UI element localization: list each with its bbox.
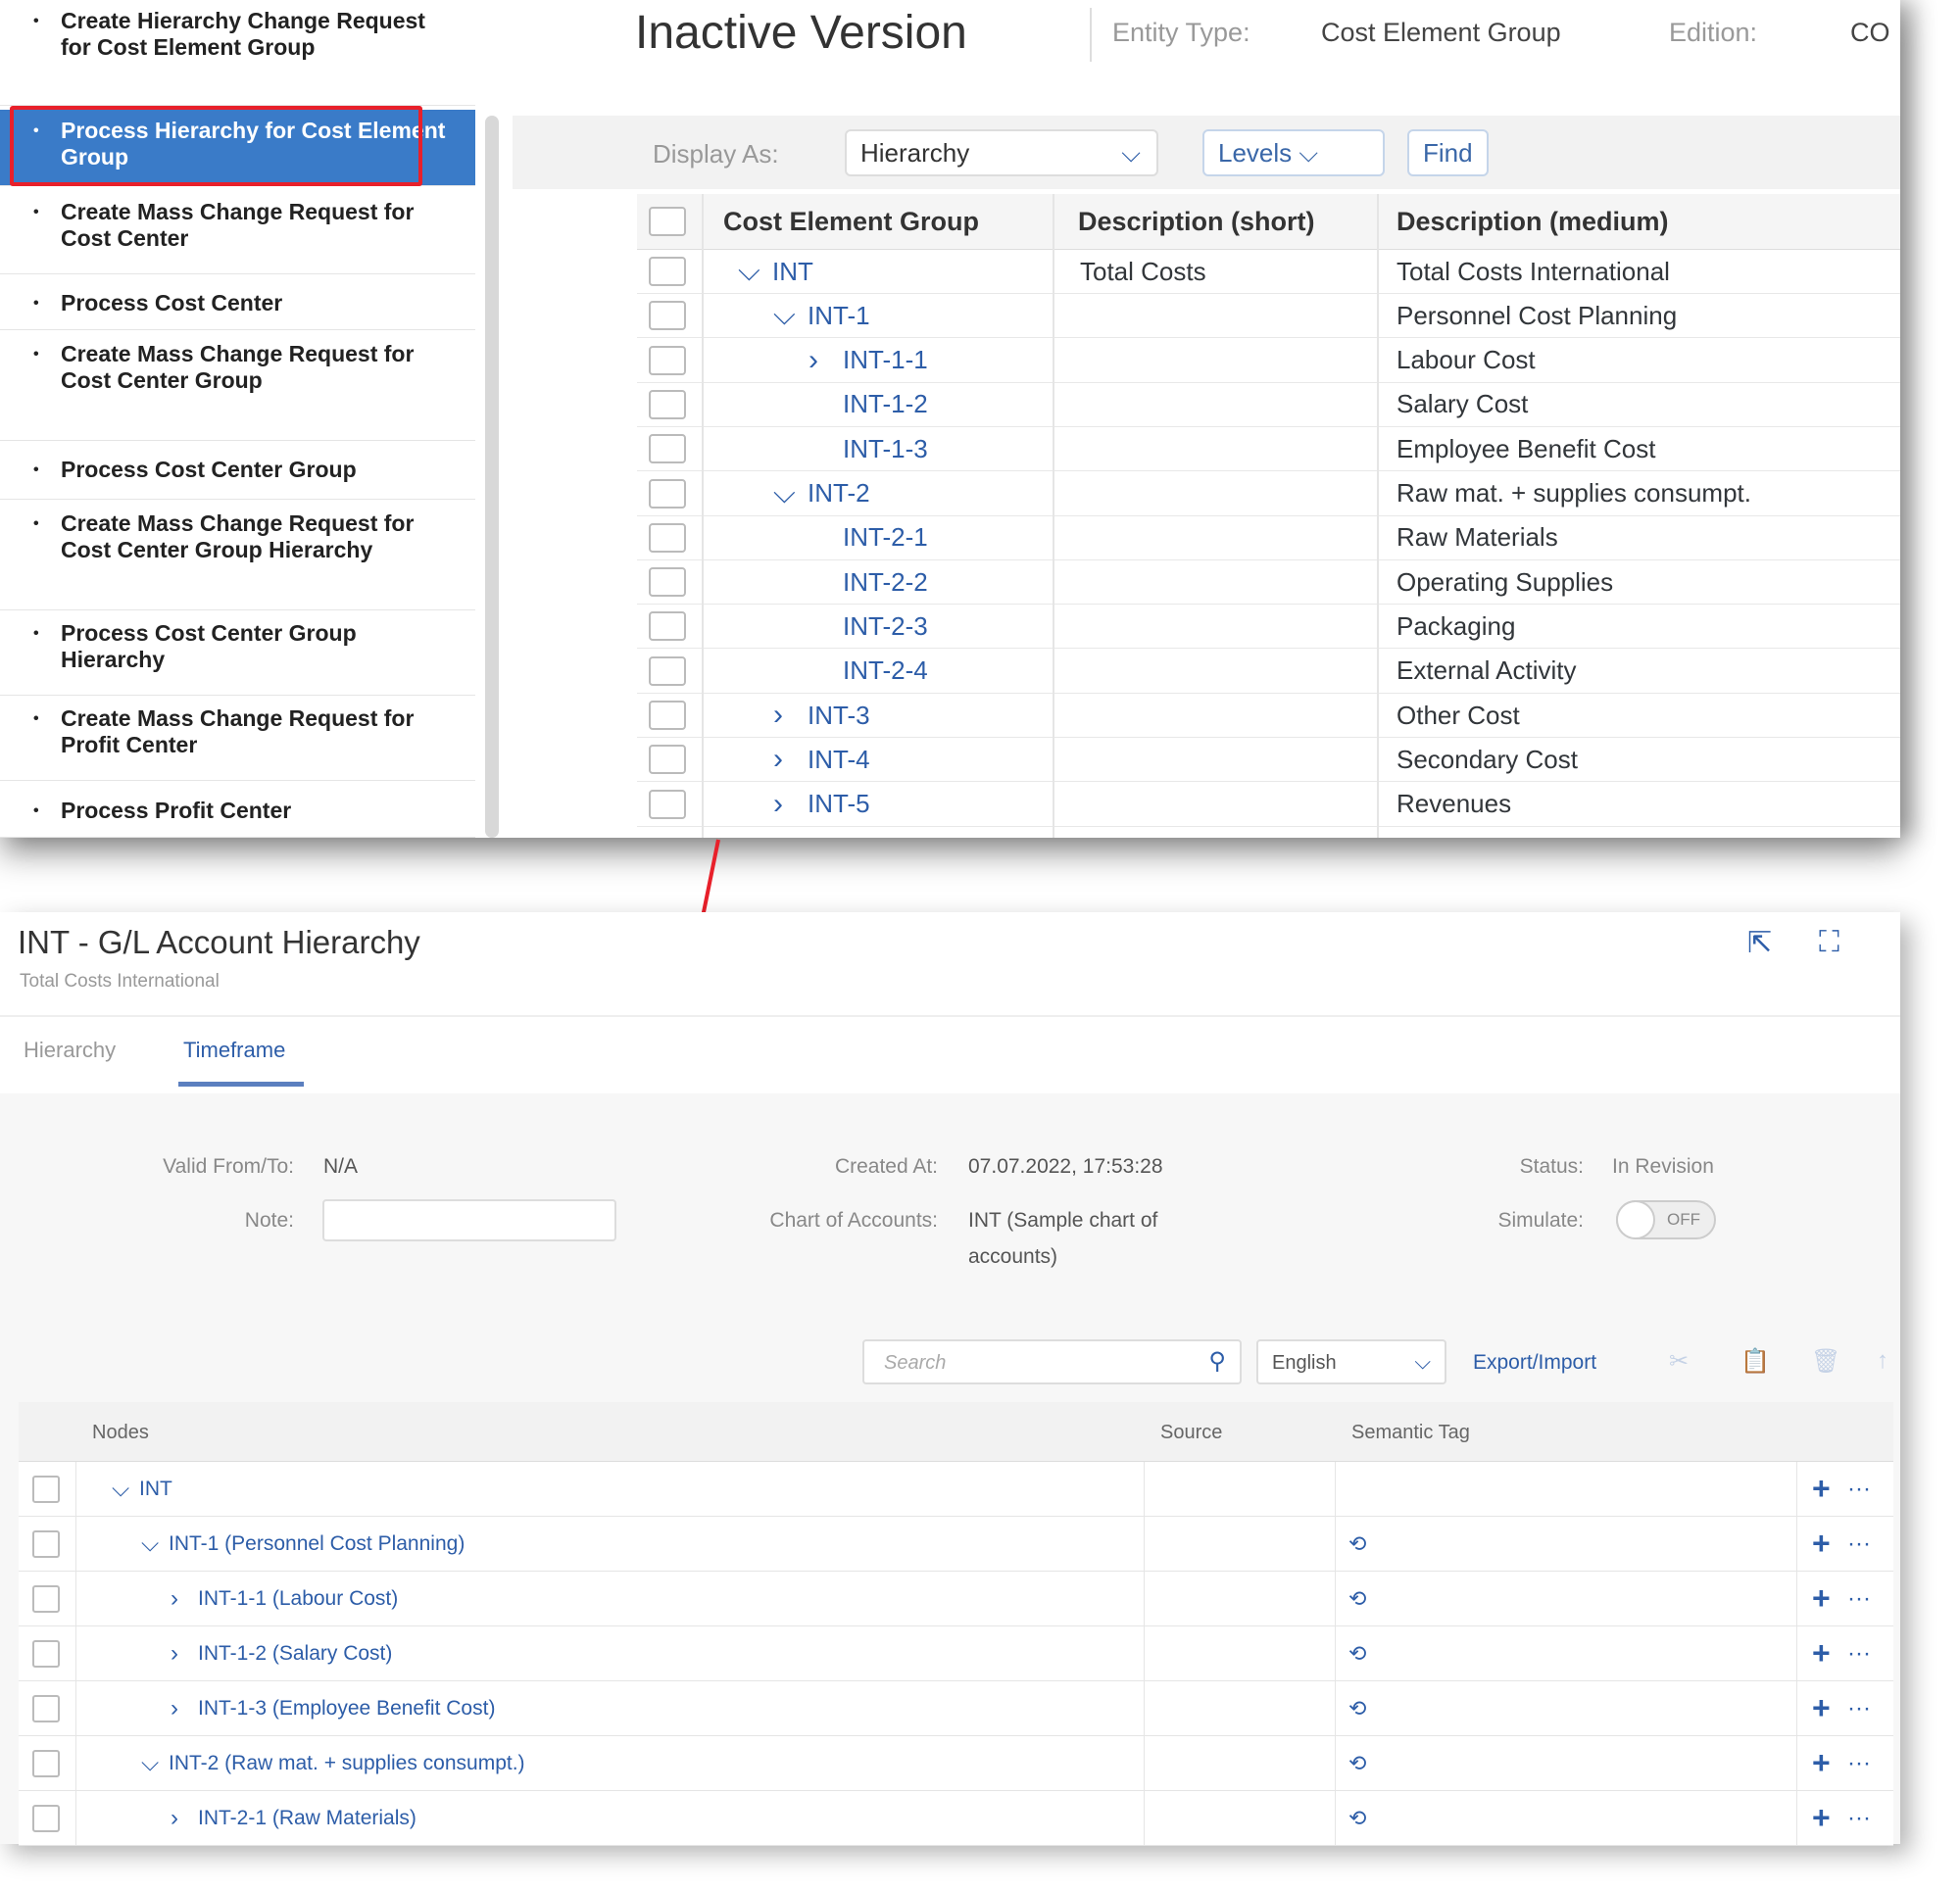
created-label: Created At:	[834, 1155, 938, 1178]
add-icon[interactable]: +	[1812, 1736, 1831, 1790]
nodes-table-header: Nodes Source Semantic Tag	[19, 1402, 1893, 1462]
toggle-label: OFF	[1667, 1210, 1700, 1229]
semantic-tag-icon[interactable]: ⟲	[1348, 1572, 1366, 1625]
row-checkbox[interactable]	[32, 1749, 60, 1777]
semantic-tag-icon[interactable]: ⟲	[1348, 1517, 1366, 1571]
node-label[interactable]: INT-2 (Raw mat. + supplies consumpt.)	[169, 1736, 525, 1790]
active-tab-indicator	[178, 1082, 304, 1087]
status-label: Status:	[1519, 1155, 1584, 1178]
add-icon[interactable]: +	[1812, 1681, 1831, 1735]
object-title: INT - G/L Account Hierarchy	[18, 924, 420, 960]
chevron-right-icon[interactable]: ›	[171, 1572, 178, 1625]
bottom-screenshot-panel: INT - G/L Account Hierarchy Total Costs …	[0, 912, 1900, 1846]
search-placeholder: Search	[884, 1352, 947, 1374]
chevron-right-icon[interactable]: ›	[171, 1626, 178, 1680]
move-up-icon[interactable]: ↑	[1877, 1347, 1888, 1375]
language-select[interactable]: English ⌵	[1256, 1339, 1446, 1384]
chevron-down-icon[interactable]: ⌵	[141, 1736, 159, 1790]
more-icon[interactable]: ···	[1847, 1626, 1871, 1680]
node-label[interactable]: INT-1-3 (Employee Benefit Cost)	[198, 1681, 495, 1735]
row-checkbox[interactable]	[32, 1804, 60, 1832]
row-checkbox[interactable]	[32, 1584, 60, 1613]
node-label[interactable]: INT	[139, 1462, 172, 1516]
chart-of-accounts-label: Chart of Accounts:	[769, 1209, 938, 1232]
add-icon[interactable]: +	[1812, 1517, 1831, 1571]
delete-icon[interactable]: 🗑	[1811, 1347, 1840, 1376]
search-icon[interactable]: ⚲	[1208, 1347, 1226, 1376]
valid-label: Valid From/To:	[163, 1155, 294, 1178]
note-label: Note:	[244, 1209, 294, 1232]
semantic-tag-icon[interactable]: ⟲	[1348, 1791, 1366, 1845]
node-row[interactable]: ⌵ INT-1 (Personnel Cost Planning) ⟲ + ···	[19, 1517, 1893, 1572]
node-row[interactable]: › INT-1-2 (Salary Cost) ⟲ + ···	[19, 1626, 1893, 1681]
tab-hierarchy[interactable]: Hierarchy	[24, 1038, 116, 1063]
valid-value: N/A	[323, 1155, 359, 1178]
language-value: English	[1272, 1352, 1337, 1374]
row-checkbox[interactable]	[32, 1694, 60, 1722]
node-label[interactable]: INT-1-1 (Labour Cost)	[198, 1572, 398, 1625]
add-icon[interactable]: +	[1812, 1626, 1831, 1680]
add-icon[interactable]: +	[1812, 1572, 1831, 1625]
search-input[interactable]: Search ⚲	[862, 1339, 1242, 1384]
created-value: 07.07.2022, 17:53:28	[968, 1155, 1163, 1178]
chevron-down-icon[interactable]: ⌵	[141, 1517, 159, 1571]
export-import-button[interactable]: Export/Import	[1473, 1351, 1596, 1375]
more-icon[interactable]: ···	[1847, 1791, 1871, 1845]
more-icon[interactable]: ···	[1847, 1517, 1871, 1571]
chevron-right-icon[interactable]: ›	[171, 1681, 178, 1735]
chevron-down-icon[interactable]: ⌵	[112, 1462, 129, 1516]
note-input[interactable]	[322, 1199, 616, 1241]
share-icon[interactable]: ⇱	[1747, 926, 1772, 960]
column-header: Semantic Tag	[1351, 1422, 1470, 1443]
semantic-tag-icon[interactable]: ⟲	[1348, 1736, 1366, 1790]
paste-icon[interactable]: 📋	[1740, 1347, 1770, 1376]
row-checkbox[interactable]	[32, 1529, 60, 1558]
node-row[interactable]: › INT-2-1 (Raw Materials) ⟲ + ···	[19, 1791, 1893, 1846]
object-subtitle: Total Costs International	[20, 971, 220, 992]
node-row[interactable]: ⌵ INT + ···	[19, 1462, 1893, 1517]
chart-of-accounts-value-cont: accounts)	[968, 1245, 1058, 1268]
more-icon[interactable]: ···	[1847, 1681, 1871, 1735]
more-icon[interactable]: ···	[1847, 1572, 1871, 1625]
more-icon[interactable]: ···	[1847, 1462, 1871, 1516]
row-checkbox[interactable]	[32, 1639, 60, 1668]
more-icon[interactable]: ···	[1847, 1736, 1871, 1790]
chevron-down-icon: ⌵	[1414, 1349, 1431, 1374]
fullscreen-icon[interactable]: ⛶	[1819, 926, 1839, 959]
chart-of-accounts-value: INT (Sample chart of	[968, 1209, 1158, 1232]
simulate-label: Simulate:	[1497, 1209, 1584, 1232]
node-row[interactable]: ⌵ INT-2 (Raw mat. + supplies consumpt.) ⟲ +…	[19, 1736, 1893, 1791]
simulate-toggle[interactable]: OFF	[1616, 1200, 1716, 1239]
node-label[interactable]: INT-2-1 (Raw Materials)	[198, 1791, 416, 1845]
add-icon[interactable]: +	[1812, 1462, 1831, 1516]
status-value: In Revision	[1612, 1155, 1714, 1178]
cut-icon[interactable]: ✂	[1669, 1347, 1689, 1376]
node-row[interactable]: › INT-1-3 (Employee Benefit Cost) ⟲ + ···	[19, 1681, 1893, 1736]
column-header: Source	[1160, 1422, 1223, 1443]
node-label[interactable]: INT-1-2 (Salary Cost)	[198, 1626, 392, 1680]
tab-timeframe[interactable]: Timeframe	[183, 1038, 285, 1063]
node-label[interactable]: INT-1 (Personnel Cost Planning)	[169, 1517, 465, 1571]
column-header: Nodes	[92, 1422, 149, 1443]
row-checkbox[interactable]	[32, 1475, 60, 1503]
semantic-tag-icon[interactable]: ⟲	[1348, 1681, 1366, 1735]
chevron-right-icon[interactable]: ›	[171, 1791, 178, 1845]
add-icon[interactable]: +	[1812, 1791, 1831, 1845]
semantic-tag-icon[interactable]: ⟲	[1348, 1626, 1366, 1680]
node-row[interactable]: › INT-1-1 (Labour Cost) ⟲ + ···	[19, 1572, 1893, 1626]
